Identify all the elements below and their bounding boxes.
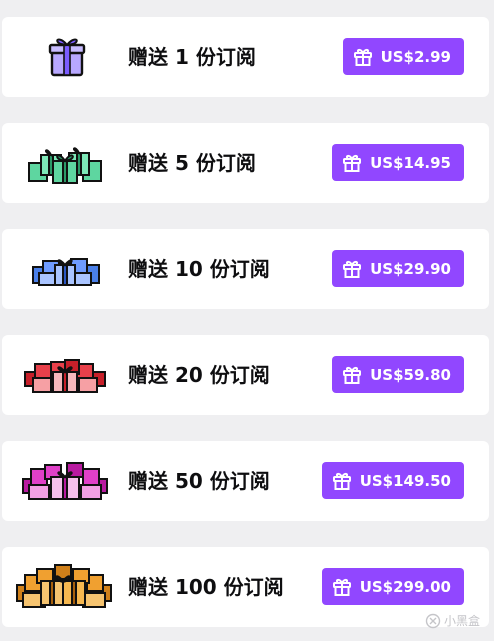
gift-icon	[332, 471, 352, 491]
buy-gift-button[interactable]: US$59.80	[332, 356, 464, 393]
watermark: 小黑盒	[425, 612, 480, 629]
price-label: US$59.80	[370, 365, 451, 384]
price-label: US$149.50	[359, 471, 451, 490]
gift-offer-card-50: 赠送 50 份订阅 US$149.50	[2, 441, 489, 521]
gift-bundle-icon	[18, 347, 112, 403]
buy-gift-button[interactable]: US$149.50	[321, 462, 464, 499]
gift-bundle-icon	[22, 241, 108, 297]
gift-offer-card-10: 赠送 10 份订阅 US$29.90	[2, 229, 489, 309]
gift-bundle-icon	[22, 135, 108, 191]
offer-label: 赠送 50 份订阅	[128, 469, 270, 493]
buy-gift-button[interactable]: US$2.99	[342, 38, 464, 75]
gift-icon	[342, 259, 362, 279]
gift-icon	[342, 365, 362, 385]
offer-label: 赠送 20 份订阅	[128, 363, 270, 387]
gift-bundle-icon	[18, 453, 112, 509]
gift-icon	[353, 47, 373, 67]
gift-offer-card-20: 赠送 20 份订阅 US$59.80	[2, 335, 489, 415]
price-label: US$2.99	[380, 47, 451, 66]
price-label: US$14.95	[370, 153, 451, 172]
price-label: US$299.00	[359, 577, 451, 596]
gift-bundle-icon	[14, 559, 114, 615]
offer-label: 赠送 100 份订阅	[128, 575, 284, 599]
buy-gift-button[interactable]: US$29.90	[332, 250, 464, 287]
watermark-logo-icon	[425, 613, 441, 629]
gift-offer-card-5: 赠送 5 份订阅 US$14.95	[2, 123, 489, 203]
price-label: US$29.90	[370, 259, 451, 278]
offer-label: 赠送 5 份订阅	[128, 151, 256, 175]
gift-icon	[342, 153, 362, 173]
offer-label: 赠送 1 份订阅	[128, 45, 256, 69]
watermark-text: 小黑盒	[443, 614, 480, 628]
gift-bundle-icon	[32, 29, 102, 85]
gift-icon	[332, 577, 352, 597]
buy-gift-button[interactable]: US$14.95	[332, 144, 464, 181]
gift-offer-card-1: 赠送 1 份订阅 US$2.99	[2, 17, 489, 97]
offer-label: 赠送 10 份订阅	[128, 257, 270, 281]
buy-gift-button[interactable]: US$299.00	[321, 568, 464, 605]
gift-offer-card-100: 赠送 100 份订阅 US$299.00	[2, 547, 489, 627]
